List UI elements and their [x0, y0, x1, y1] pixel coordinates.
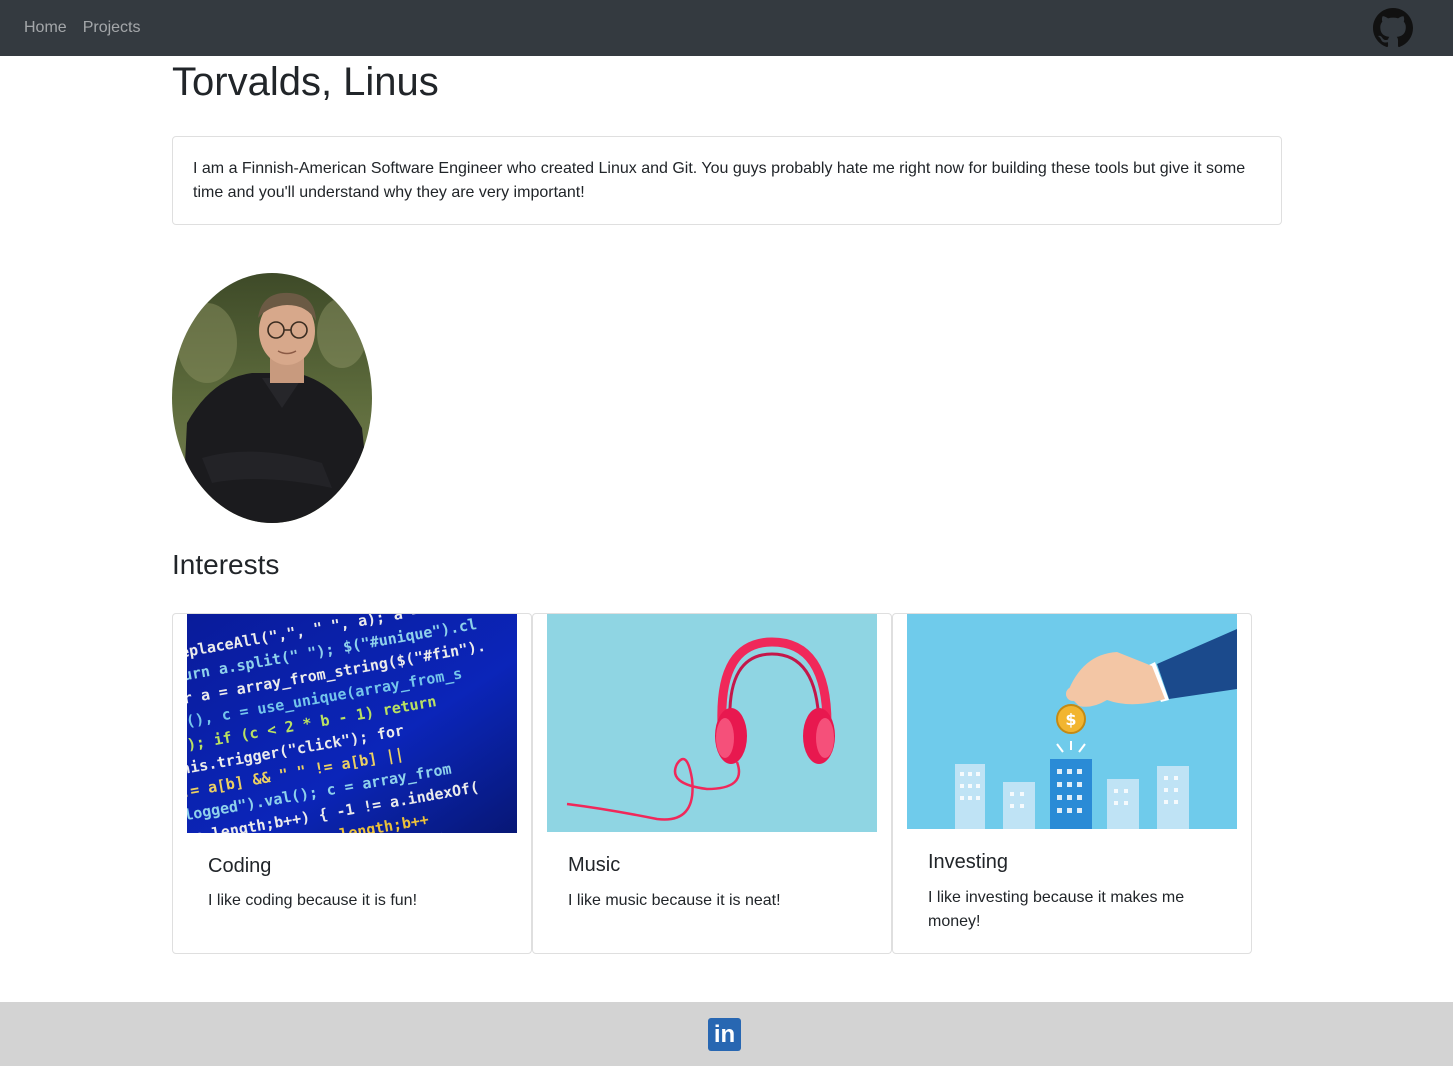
linkedin-icon[interactable]: in: [708, 1018, 741, 1051]
card-text-coding: I like coding because it is fun!: [208, 892, 418, 909]
investing-image: $: [907, 614, 1237, 829]
svg-text:$: $: [1065, 710, 1076, 729]
music-image: [547, 614, 877, 832]
top-navbar: Home Projects: [0, 0, 1453, 56]
bio-card: I am a Finnish-American Software Enginee…: [172, 136, 1282, 225]
card-text-investing: I like investing because it makes me mon…: [928, 889, 1185, 930]
card-text-music: I like music because it is neat!: [568, 892, 781, 909]
nav-link-home[interactable]: Home: [24, 16, 67, 40]
bio-text: I am a Finnish-American Software Enginee…: [193, 160, 1246, 201]
card-title-music: Music: [568, 854, 621, 876]
footer: in: [0, 1002, 1453, 1066]
interest-card-music: Music I like music because it is neat!: [532, 613, 892, 954]
nav-link-projects[interactable]: Projects: [83, 16, 141, 40]
coding-image: .replaceAll(",", " ", a); a = a.repl ret…: [187, 614, 517, 833]
interest-card-coding: .replaceAll(",", " ", a); a = a.repl ret…: [172, 613, 532, 954]
card-title-investing: Investing: [928, 851, 1009, 873]
interests-heading: Interests: [172, 549, 280, 580]
page-title: Torvalds, Linus: [172, 60, 439, 104]
github-icon[interactable]: [1373, 8, 1413, 48]
interest-card-investing: $ Investing I like investing because it …: [892, 613, 1252, 954]
profile-photo: [172, 273, 372, 523]
card-title-coding: Coding: [208, 855, 272, 877]
